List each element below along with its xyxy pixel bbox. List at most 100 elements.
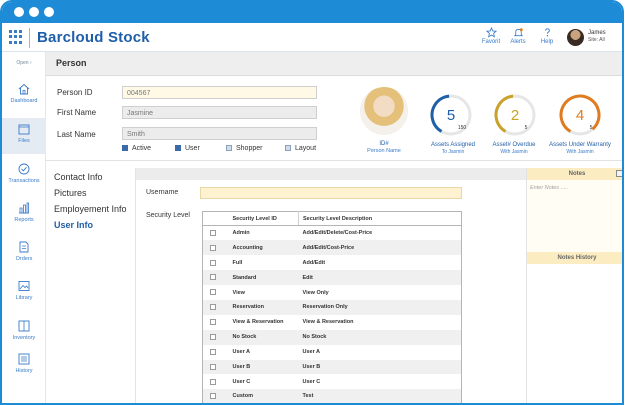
sidebar-item-inventory[interactable]: Inventory <box>2 315 46 351</box>
table-row[interactable]: User A User A <box>203 345 462 360</box>
table-row[interactable]: Admin Add/Edit/Delete/Cost-Price <box>203 226 462 241</box>
notes-textarea[interactable]: Enter Notes ..... <box>527 180 622 252</box>
row-checkbox[interactable] <box>210 259 216 266</box>
gauge-1[interactable]: 5150 <box>426 90 476 140</box>
security-level-id: Admin <box>232 230 250 237</box>
row-select-cell <box>202 329 229 345</box>
sidebar-item-history[interactable]: History <box>2 348 46 384</box>
gauge-3[interactable]: 45 <box>555 90 605 140</box>
table-row[interactable]: View & Reservation View & Reservation <box>203 315 462 330</box>
layout-checkbox[interactable]: Layout <box>285 145 316 152</box>
favorites-label: Favorit <box>481 39 501 45</box>
sidebar-item-label: Files <box>18 138 30 144</box>
table-row[interactable]: No Stock No Stock <box>202 329 462 345</box>
table-row[interactable]: Custom Test <box>202 389 462 403</box>
row-select-cell <box>203 374 229 389</box>
row-checkbox[interactable] <box>210 319 216 326</box>
security-level-id: Standard <box>228 270 299 286</box>
row-select-cell <box>203 345 229 360</box>
row-checkbox[interactable] <box>210 348 216 355</box>
window-dot-2[interactable] <box>29 7 39 17</box>
table-row[interactable]: User B User B <box>202 359 462 375</box>
table-header-description[interactable]: Security Level Description <box>298 211 462 226</box>
person-photo[interactable] <box>360 87 408 135</box>
security-level-description: User C <box>302 378 321 385</box>
user-checkbox-label: User <box>185 145 200 152</box>
transactions-icon <box>18 163 30 175</box>
notes-panel: Notes Enter Notes ..... Notes History <box>526 168 622 403</box>
table-row[interactable]: Reservation Reservation Only <box>202 299 462 315</box>
table-row[interactable]: Full Add/Edit <box>203 255 462 270</box>
shopper-checkbox-box[interactable] <box>226 145 232 151</box>
save-notes-icon[interactable] <box>616 170 622 177</box>
sidebar-toggle[interactable]: Open › <box>2 60 46 66</box>
sidebar: Open › Dashboard Files Transactions Repo… <box>2 52 46 403</box>
sidebar-item-dashboard[interactable]: Dashboard <box>2 78 46 114</box>
table-header-id[interactable]: Security Level ID <box>228 211 299 226</box>
row-checkbox[interactable] <box>210 229 216 236</box>
app-window: Barcloud Stock Favorit Alerts Help James… <box>0 0 624 405</box>
security-level-description: View Only <box>302 289 329 296</box>
security-level-description: Test <box>298 389 462 403</box>
gauge-value: 4 <box>576 107 584 124</box>
page-titlebar: Person <box>46 52 622 76</box>
row-checkbox[interactable] <box>210 274 216 281</box>
sidebar-item-library[interactable]: Library <box>2 275 46 311</box>
person-id-input[interactable]: 004567 <box>122 86 317 99</box>
window-dot-3[interactable] <box>44 7 54 17</box>
shopper-checkbox[interactable]: Shopper <box>226 145 262 152</box>
files-icon <box>18 124 30 135</box>
username-input[interactable] <box>200 187 462 199</box>
row-checkbox[interactable] <box>210 393 216 400</box>
table-row[interactable]: View View Only <box>203 285 462 300</box>
sidebar-item-orders[interactable]: Orders <box>2 236 46 272</box>
security-level-description: No Stock <box>298 329 462 345</box>
table-row[interactable]: User C User C <box>203 374 462 389</box>
row-checkbox[interactable] <box>210 304 216 311</box>
row-checkbox[interactable] <box>210 289 216 296</box>
active-checkbox-box[interactable] <box>122 145 128 151</box>
gauge-2[interactable]: 25 <box>490 90 540 140</box>
table-header-row: Security Level ID Security Level Descrip… <box>202 211 462 226</box>
sidebar-item-reports[interactable]: Reports <box>2 197 46 233</box>
apps-grid-icon[interactable] <box>9 30 23 44</box>
table-row[interactable]: Accounting Add/Edit/Cost-Price <box>202 240 462 256</box>
person-id-label: Person ID <box>57 88 93 97</box>
sidebar-item-transactions[interactable]: Transactions <box>2 158 46 194</box>
sidebar-item-label: Inventory <box>12 335 36 341</box>
gauge-denominator: 150 <box>458 125 467 131</box>
home-icon <box>18 83 30 95</box>
tab-pictures[interactable]: Pictures <box>54 188 87 198</box>
security-level-description: Add/Edit/Delete/Cost-Price <box>302 230 373 237</box>
first-name-input[interactable]: Jasmine <box>122 106 317 119</box>
sidebar-item-label: Transactions <box>8 178 40 184</box>
sidebar-item-files[interactable]: Files <box>2 118 46 154</box>
row-checkbox[interactable] <box>210 378 216 385</box>
window-chrome <box>2 2 622 23</box>
last-name-input[interactable]: Smith <box>122 127 317 140</box>
user-checkbox[interactable]: User <box>175 145 200 152</box>
security-level-description: User B <box>298 359 462 375</box>
table-row[interactable]: Standard Edit <box>202 270 462 286</box>
user-checkbox-box[interactable] <box>175 145 181 151</box>
tab-employment-info[interactable]: Employement Info <box>54 204 127 214</box>
user-avatar[interactable] <box>567 29 584 46</box>
help-button[interactable]: Help <box>532 27 562 45</box>
window-dot-1[interactable] <box>14 7 24 17</box>
tab-user-info[interactable]: User Info <box>54 220 93 230</box>
row-checkbox[interactable] <box>210 244 216 251</box>
alerts-button[interactable]: Alerts <box>503 27 533 45</box>
layout-checkbox-box[interactable] <box>285 145 291 151</box>
security-level-id: User C <box>232 378 251 385</box>
tab-contact-info[interactable]: Contact Info <box>54 172 103 182</box>
favorites-button[interactable]: Favorit <box>476 27 506 45</box>
active-checkbox[interactable]: Active <box>122 145 151 152</box>
user-name: James <box>588 30 606 36</box>
security-level-description: Reservation Only <box>298 299 462 315</box>
row-checkbox[interactable] <box>210 333 216 340</box>
notes-title: Notes <box>527 168 622 180</box>
row-checkbox[interactable] <box>210 363 216 370</box>
row-select-cell <box>203 315 229 330</box>
layout-checkbox-label: Layout <box>295 145 317 152</box>
notes-title-text: Notes <box>568 171 586 177</box>
